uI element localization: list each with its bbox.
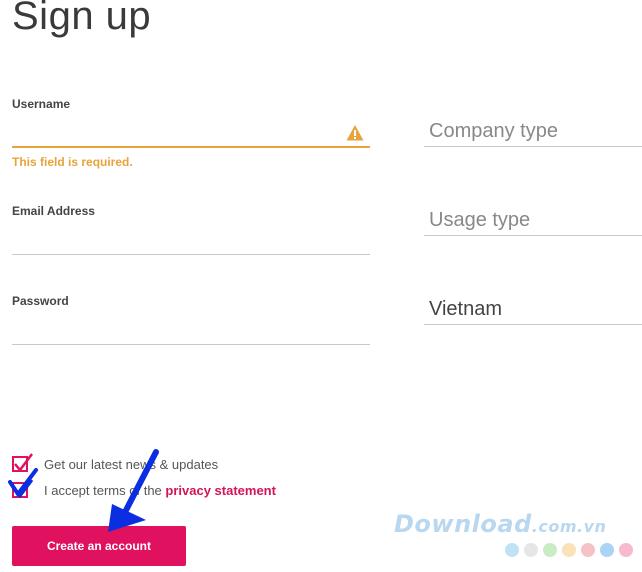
checkmark-icon (14, 453, 33, 473)
watermark-text: Download (394, 510, 532, 538)
company-type-select[interactable]: Company type (429, 120, 558, 143)
email-label: Email Address (12, 204, 95, 218)
password-input[interactable] (12, 318, 342, 342)
watermark-domain: .com.vn (531, 517, 607, 536)
watermark-dots (505, 543, 633, 557)
watermark-dot (524, 543, 538, 557)
country-underline (424, 324, 642, 325)
username-input[interactable] (12, 122, 342, 146)
country-select[interactable]: Vietnam (429, 298, 502, 321)
watermark-dot (581, 543, 595, 557)
username-error: This field is required. (12, 155, 133, 169)
terms-checkbox[interactable] (12, 479, 34, 499)
username-underline (12, 146, 370, 148)
password-label: Password (12, 294, 69, 308)
password-underline (12, 344, 370, 345)
terms-label-text: I accept terms of the (44, 483, 166, 498)
watermark-dot (619, 543, 633, 557)
watermark: Download.com.vn (394, 510, 606, 538)
watermark-dot (562, 543, 576, 557)
username-label: Username (12, 97, 71, 111)
create-account-button[interactable]: Create an account (12, 526, 186, 566)
newsletter-label: Get our latest news & updates (44, 457, 219, 472)
usage-type-select[interactable]: Usage type (429, 209, 530, 232)
terms-label: I accept terms of the privacy statement (44, 483, 276, 498)
watermark-dot (600, 543, 614, 557)
watermark-dot (543, 543, 557, 557)
page-title: Sign up (12, 0, 152, 38)
newsletter-checkbox[interactable] (12, 453, 33, 473)
company-type-underline (424, 146, 642, 147)
usage-type-underline (424, 235, 642, 236)
email-underline (12, 254, 370, 255)
warning-icon (346, 125, 364, 141)
checkmark-icon (13, 479, 34, 499)
watermark-dot (505, 543, 519, 557)
email-input[interactable] (12, 228, 342, 252)
privacy-statement-link[interactable]: privacy statement (165, 483, 276, 498)
